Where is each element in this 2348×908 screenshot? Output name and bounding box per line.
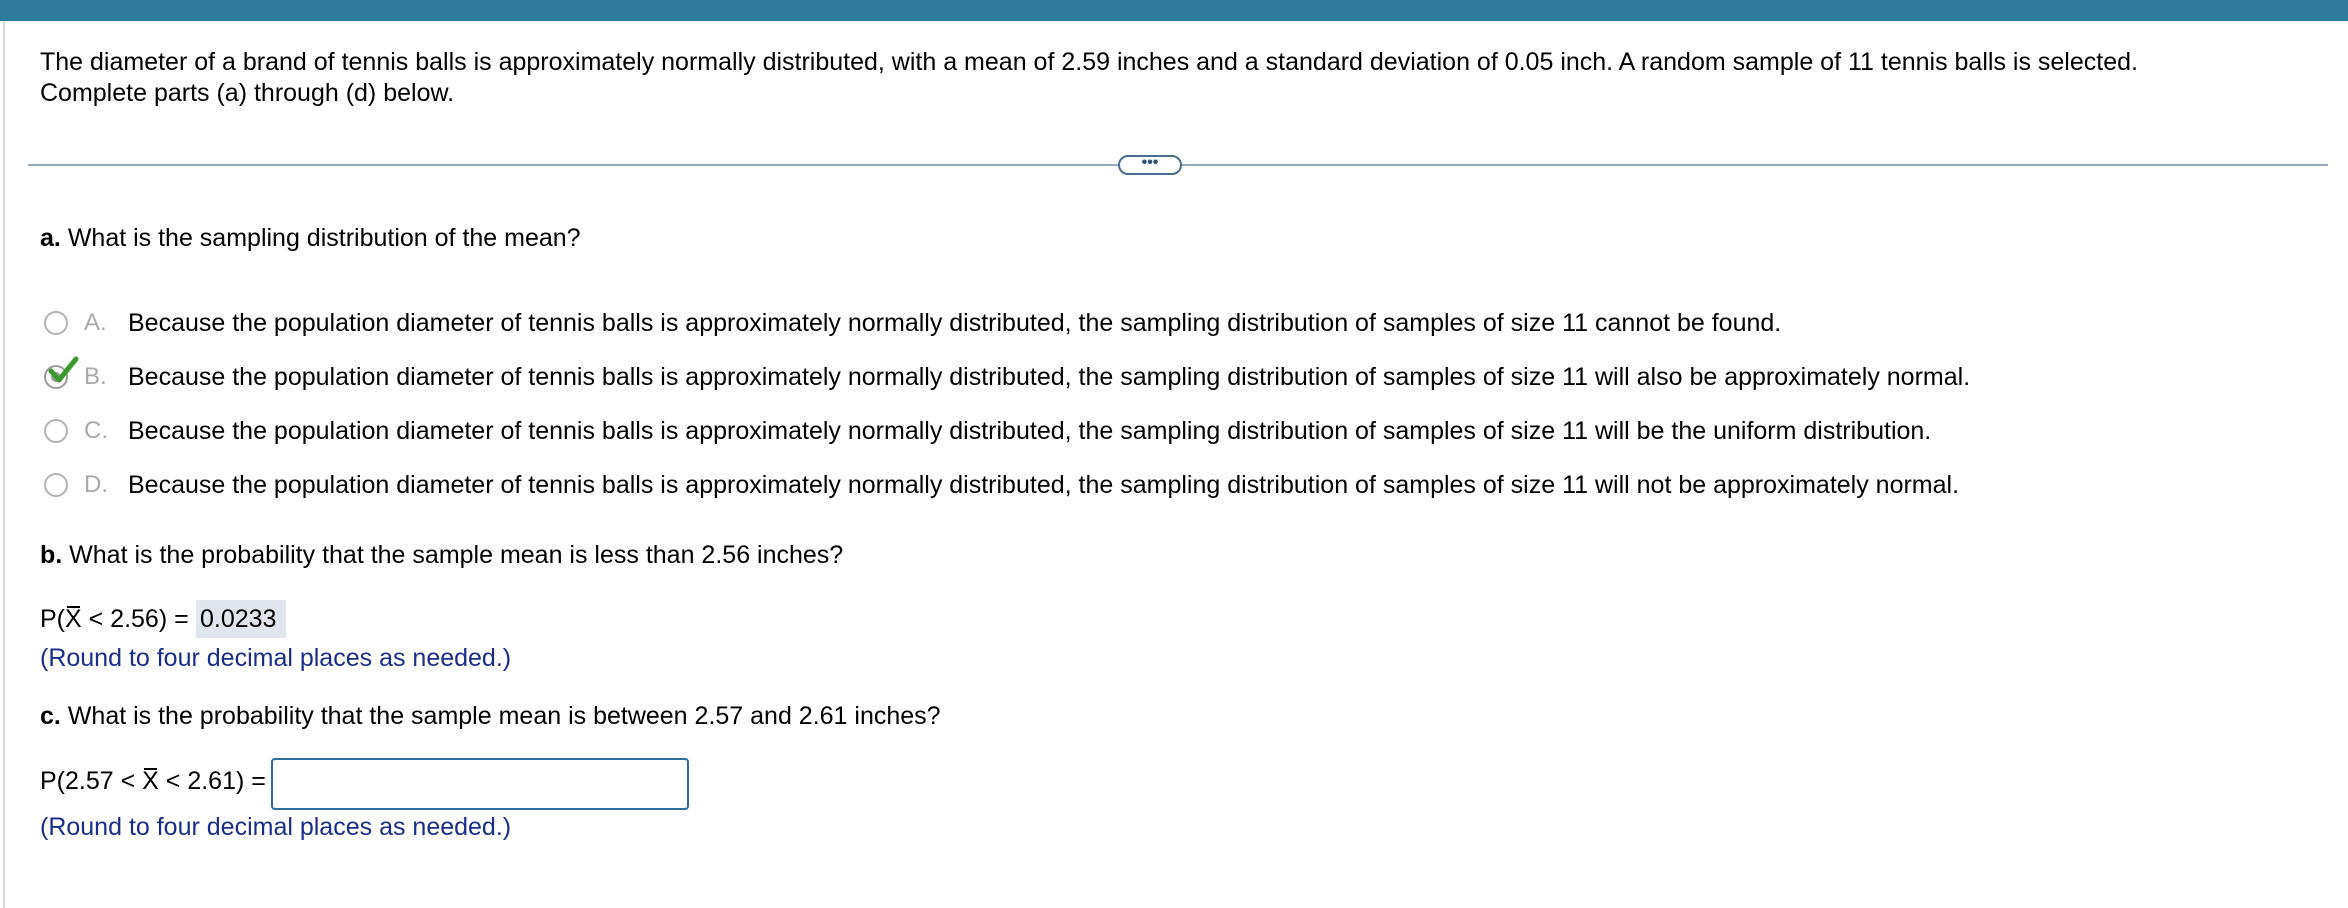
x-bar-symbol: X xyxy=(142,767,159,795)
problem-text-line2: Complete parts (a) through (d) below. xyxy=(40,79,455,107)
part-b-hint: (Round to four decimal places as needed.… xyxy=(40,644,512,672)
page: The diameter of a brand of tennis balls … xyxy=(0,0,2348,908)
option-c-letter: C. xyxy=(84,417,108,444)
option-d-text[interactable]: Because the population diameter of tenni… xyxy=(128,469,1959,501)
option-a-letter: A. xyxy=(84,309,107,336)
part-c-question: c. What is the probability that the samp… xyxy=(40,700,941,732)
left-border xyxy=(0,21,5,908)
option-c-radio[interactable] xyxy=(44,419,68,443)
part-a-question: a. What is the sampling distribution of … xyxy=(40,222,581,254)
x-bar-symbol: X xyxy=(65,605,82,633)
part-a-label: a. xyxy=(40,224,61,252)
part-b-expression: P(X < 2.56) = xyxy=(40,603,189,635)
expand-ellipsis-button[interactable]: ••• xyxy=(1118,155,1182,175)
option-a-text[interactable]: Because the population diameter of tenni… xyxy=(128,307,1781,339)
part-c-label: c. xyxy=(40,702,61,730)
part-c-hint: (Round to four decimal places as needed.… xyxy=(40,813,512,841)
part-b-answer: 0.0233 xyxy=(196,600,286,638)
option-a-radio[interactable] xyxy=(44,311,68,335)
part-a-question-text: What is the sampling distribution of the… xyxy=(67,224,581,252)
part-b-expr-suffix: < 2.56) = xyxy=(81,605,189,633)
part-c-expression: P(2.57 < X < 2.61) = xyxy=(40,765,266,797)
option-d-radio[interactable] xyxy=(44,473,68,497)
part-b-question: b. What is the probability that the samp… xyxy=(40,539,843,571)
option-c-text[interactable]: Because the population diameter of tenni… xyxy=(128,415,1931,447)
part-b-question-text: What is the probability that the sample … xyxy=(69,541,844,569)
top-bar xyxy=(0,0,2348,21)
problem-text-line1: The diameter of a brand of tennis balls … xyxy=(40,48,2138,76)
option-b-text[interactable]: Because the population diameter of tenni… xyxy=(128,361,1970,393)
option-d-letter: D. xyxy=(84,471,108,498)
part-c-expr-suffix: < 2.61) = xyxy=(158,767,266,795)
part-c-expr-prefix: P(2.57 < xyxy=(40,767,143,795)
part-b-expr-prefix: P( xyxy=(40,605,65,633)
checkmark-icon xyxy=(48,356,79,383)
part-b-label: b. xyxy=(40,541,63,569)
part-c-answer-input[interactable] xyxy=(271,758,689,810)
part-c-question-text: What is the probability that the sample … xyxy=(67,702,941,730)
option-b-letter: B. xyxy=(84,363,107,390)
